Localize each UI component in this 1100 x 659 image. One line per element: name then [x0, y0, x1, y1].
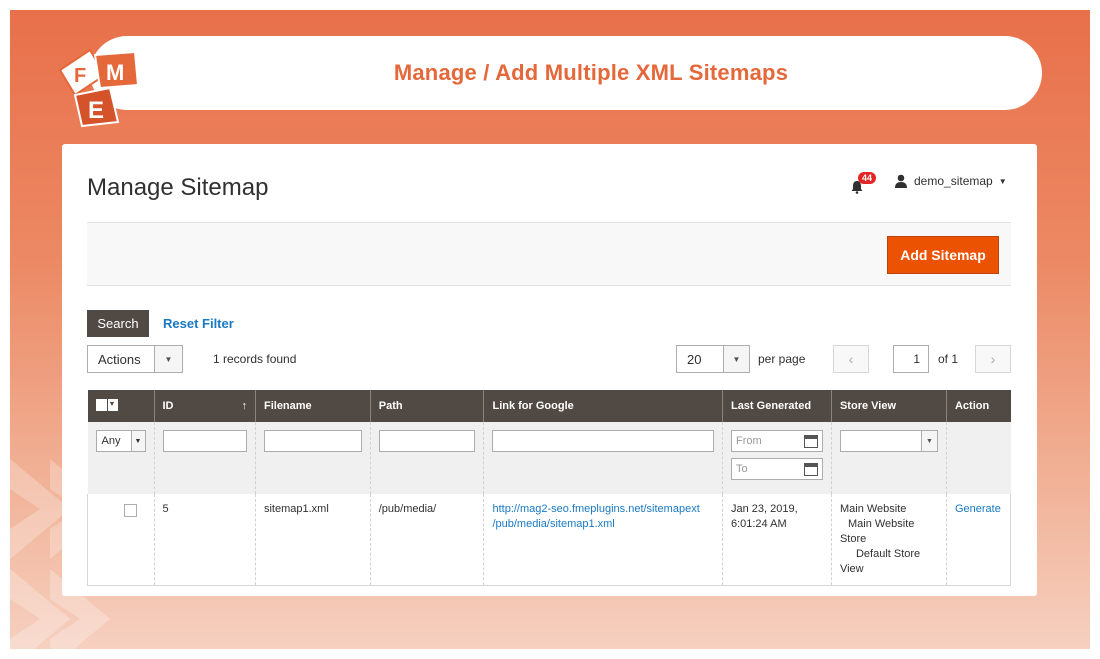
grid-header-row: ▼ ID ↑ Filename Path Link for Google Las…: [87, 390, 1011, 422]
mass-actions-label: Actions: [98, 352, 141, 367]
per-page-label: per page: [758, 352, 806, 366]
page-actions-toolbar: Add Sitemap: [87, 222, 1011, 286]
chevron-down-icon: ▼: [723, 346, 749, 372]
chevron-down-icon: ▼: [108, 401, 116, 408]
path-filter-input[interactable]: [378, 430, 476, 452]
google-link-line-1: http://mag2-seo.fmeplugins.net/sitemapex…: [492, 503, 700, 515]
filter-filename-cell: [254, 422, 371, 494]
table-row: 5 sitemap1.xml /pub/media/ http://mag2-s…: [87, 494, 1012, 586]
user-icon: [895, 174, 907, 188]
logo-letter-e: E: [88, 97, 104, 124]
cell-id: 5: [153, 494, 256, 586]
column-header-action: Action: [945, 390, 1011, 422]
column-header-store-view[interactable]: Store View: [830, 390, 947, 422]
cell-store-view: Main Website Main Website Store Default …: [830, 494, 947, 586]
column-header-last-generated[interactable]: Last Generated: [721, 390, 832, 422]
row-checkbox[interactable]: [124, 504, 137, 517]
from-date-input[interactable]: From: [730, 430, 823, 452]
notifications-button[interactable]: 44: [850, 172, 880, 196]
filter-any-cell: Any ▼: [87, 422, 154, 494]
notification-count-badge: 44: [858, 172, 877, 184]
generate-link[interactable]: Generate: [955, 503, 1001, 515]
id-filter-input[interactable]: [162, 430, 247, 452]
filter-date-cell: From To: [721, 422, 832, 494]
next-page-button[interactable]: ›: [975, 345, 1011, 373]
add-sitemap-button[interactable]: Add Sitemap: [887, 236, 999, 274]
any-select-value: Any: [101, 435, 121, 447]
sitemap-grid: ▼ ID ↑ Filename Path Link for Google Las…: [87, 390, 1012, 586]
filter-store-cell: ▼: [830, 422, 947, 494]
page-title: Manage Sitemap: [87, 174, 269, 201]
link-filter-input[interactable]: [492, 430, 714, 452]
cell-link: http://mag2-seo.fmeplugins.net/sitemapex…: [483, 494, 723, 586]
store-name: Main Website: [847, 518, 915, 530]
calendar-icon[interactable]: [803, 462, 818, 476]
store-view-name: Default Store: [855, 548, 921, 560]
per-page-select[interactable]: 20 ▼: [676, 345, 750, 373]
filter-id-cell: [153, 422, 256, 494]
filter-action-cell: [945, 422, 1011, 494]
per-page-value: 20: [687, 352, 702, 367]
generated-date: Jan 23, 2019,: [730, 503, 798, 515]
total-pages: of 1: [938, 352, 959, 366]
mass-actions-dropdown[interactable]: Actions ▼: [87, 345, 183, 373]
banner-title: Manage / Add Multiple XML Sitemaps: [393, 60, 789, 85]
previous-page-button[interactable]: ‹: [833, 345, 869, 373]
column-header-path[interactable]: Path: [369, 390, 484, 422]
any-select[interactable]: Any ▼: [95, 430, 146, 452]
to-date-placeholder: To: [735, 463, 748, 475]
user-menu[interactable]: demo_sitemap ▼: [894, 174, 1007, 188]
store-name-cont: Store: [839, 533, 867, 545]
filter-link-cell: [483, 422, 723, 494]
cell-action: Generate: [945, 494, 1012, 586]
filter-path-cell: [369, 422, 484, 494]
store-view-name-cont: View: [839, 563, 864, 575]
admin-panel: Manage Sitemap 44 demo_sitemap ▼ Add Sit…: [62, 144, 1037, 596]
reset-filter-link[interactable]: Reset Filter: [163, 316, 234, 331]
sort-ascending-icon: ↑: [241, 400, 247, 412]
store-view-filter-select[interactable]: ▼: [839, 430, 938, 452]
search-button[interactable]: Search: [87, 310, 149, 337]
store-website: Main Website: [839, 503, 907, 515]
mass-select-header[interactable]: ▼: [87, 390, 154, 422]
logo-letter-m: M: [106, 60, 124, 85]
calendar-icon[interactable]: [803, 434, 818, 448]
mass-select-checkbox[interactable]: ▼: [95, 398, 118, 411]
chevron-left-icon: ‹: [848, 351, 854, 367]
column-header-filename[interactable]: Filename: [254, 390, 371, 422]
column-header-link[interactable]: Link for Google: [483, 390, 723, 422]
google-link-line-2: /pub/media/sitemap1.xml: [492, 518, 615, 530]
column-label-id: ID: [162, 400, 174, 412]
from-date-placeholder: From: [735, 435, 762, 447]
current-page-input[interactable]: 1: [893, 345, 929, 373]
caret-down-icon: ▼: [998, 176, 1007, 186]
logo-letter-f: F: [74, 65, 86, 87]
records-found: 1 records found: [213, 352, 297, 366]
chevron-down-icon: ▼: [130, 431, 145, 451]
generated-time: 6:01:24 AM: [730, 518, 787, 530]
column-header-id[interactable]: ID ↑: [153, 390, 256, 422]
row-select-cell: [87, 494, 154, 586]
filename-filter-input[interactable]: [263, 430, 362, 452]
filter-row: Any ▼ From To ▼: [87, 422, 1011, 494]
to-date-input[interactable]: To: [730, 458, 823, 480]
cell-filename: sitemap1.xml: [254, 494, 371, 586]
username: demo_sitemap: [914, 174, 993, 188]
chevron-down-icon: ▼: [154, 346, 182, 372]
chevron-down-icon: ▼: [920, 431, 937, 451]
fme-logo: F M E: [58, 48, 140, 128]
cell-last-generated: Jan 23, 2019, 6:01:24 AM: [721, 494, 832, 586]
cell-path: /pub/media/: [369, 494, 484, 586]
google-link[interactable]: http://mag2-seo.fmeplugins.net/sitemapex…: [492, 503, 699, 530]
chevron-right-icon: ›: [990, 351, 996, 367]
background-frame: Manage / Add Multiple XML Sitemaps F M E…: [10, 10, 1090, 649]
banner: Manage / Add Multiple XML Sitemaps: [90, 36, 1042, 110]
